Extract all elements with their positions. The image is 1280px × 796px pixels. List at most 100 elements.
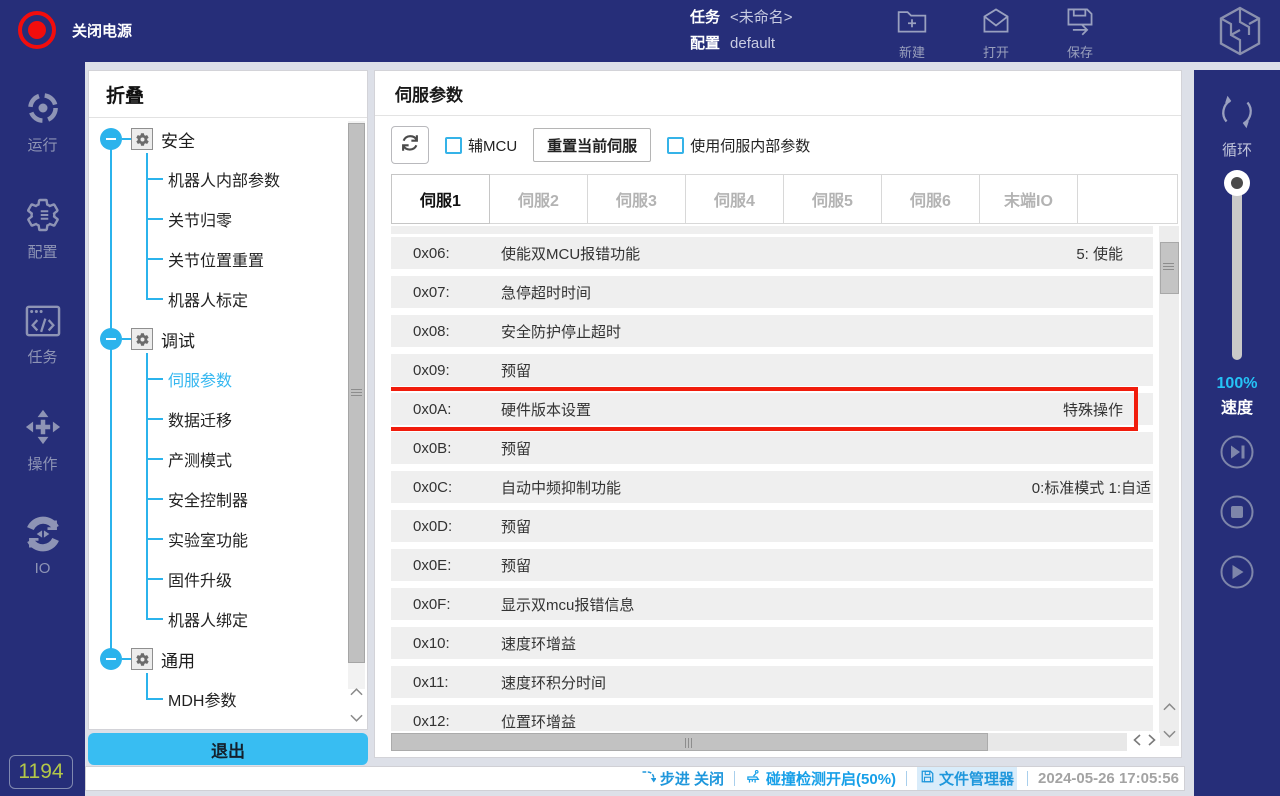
tab-伺服2[interactable]: 伺服2: [489, 174, 588, 224]
scroll-up-icon[interactable]: [350, 683, 363, 701]
tree-item[interactable]: 实验室功能: [89, 519, 345, 559]
file-manager-icon: [920, 769, 935, 788]
parameter-tree-panel: 折叠 安全机器人内部参数关节归零关节位置重置机器人标定调试伺服参数数据迁移产测模…: [88, 70, 368, 730]
step-mode-status[interactable]: 步进 关闭: [641, 768, 724, 789]
tree-header[interactable]: 折叠: [89, 71, 367, 118]
tree-item[interactable]: 固件升级: [89, 559, 345, 599]
reset-servo-button[interactable]: 重置当前伺服: [533, 128, 651, 162]
sidebar-item-task[interactable]: 任务: [24, 304, 62, 367]
refresh-button[interactable]: [391, 126, 429, 164]
table-hscroll-thumb[interactable]: [391, 733, 988, 751]
sidebar-item-operate[interactable]: 操作: [25, 409, 61, 474]
loop-mode-button[interactable]: 循环: [1194, 92, 1280, 160]
table-row[interactable]: 0x11:速度环积分时间: [391, 666, 1153, 698]
aux-mcu-checkbox[interactable]: [445, 137, 462, 154]
tab-伺服3[interactable]: 伺服3: [587, 174, 686, 224]
parameter-table: 0x06:使能双MCU报错功能5: 使能 0x07:急停超时时间 0x08:安全防护…: [391, 226, 1153, 731]
param-name: 速度环增益: [501, 633, 1123, 654]
tab-伺服6[interactable]: 伺服6: [881, 174, 980, 224]
table-row[interactable]: 0x0D:预留: [391, 510, 1153, 542]
tree-item[interactable]: 机器人绑定: [89, 599, 345, 639]
param-name: 硬件版本设置: [501, 399, 1063, 420]
gear-icon: [131, 648, 153, 670]
param-address: 0x0D:: [413, 518, 501, 535]
save-file-icon: [1064, 23, 1096, 40]
table-row[interactable]: 0x09:预留: [391, 354, 1153, 386]
scroll-right-icon[interactable]: [1148, 733, 1156, 751]
tree-item[interactable]: 产测模式: [89, 439, 345, 479]
tab-伺服1[interactable]: 伺服1: [391, 174, 490, 224]
table-row[interactable]: 0x08:安全防护停止超时: [391, 315, 1153, 347]
use-internal-checkbox[interactable]: [667, 137, 684, 154]
tab-末端IO[interactable]: 末端IO: [979, 174, 1078, 224]
aux-mcu-checkbox-group[interactable]: 辅MCU: [445, 135, 517, 156]
tab-伺服4[interactable]: 伺服4: [685, 174, 784, 224]
play-button[interactable]: [1219, 554, 1255, 595]
tree-item[interactable]: MDH参数: [89, 679, 345, 719]
tree-item[interactable]: 机器人内部参数: [89, 159, 345, 199]
new-file-icon: [896, 23, 928, 40]
collapse-icon[interactable]: [100, 328, 122, 350]
table-horizontal-scrollbar[interactable]: [391, 733, 1127, 751]
table-row[interactable]: 0x0A:硬件版本设置特殊操作: [391, 393, 1153, 425]
tab-伺服5[interactable]: 伺服5: [783, 174, 882, 224]
tree-group-label: 通用: [161, 647, 195, 672]
power-button[interactable]: 关闭电源: [18, 11, 132, 49]
tree-item[interactable]: 关节位置重置: [89, 239, 345, 279]
exit-button[interactable]: 退出: [88, 733, 368, 765]
param-address: 0x0E:: [413, 557, 501, 574]
table-row[interactable]: 0x0C:自动中频抑制功能0:标准模式 1:自适: [391, 471, 1153, 503]
table-row[interactable]: 0x0B:预留: [391, 432, 1153, 464]
scroll-left-icon[interactable]: [1133, 733, 1141, 751]
table-vertical-scrollbar[interactable]: [1159, 226, 1179, 746]
table-row[interactable]: 0x10:速度环增益: [391, 627, 1153, 659]
tree-group: 通用 MDH参数: [89, 639, 345, 719]
tree-group-header[interactable]: 通用: [89, 639, 345, 679]
tree-item[interactable]: 伺服参数: [89, 359, 345, 399]
step-forward-button[interactable]: [1219, 434, 1255, 475]
param-name: 安全防护停止超时: [501, 321, 1123, 342]
new-button[interactable]: 新建: [886, 6, 938, 61]
collision-detection-status[interactable]: 碰撞检测开启(50%): [745, 768, 896, 789]
robot-icon: [745, 769, 762, 789]
param-name: 显示双mcu报错信息: [501, 594, 1123, 615]
power-label: 关闭电源: [72, 20, 132, 41]
open-button-label: 打开: [970, 42, 1022, 61]
tree-scrollbar[interactable]: [348, 121, 365, 689]
speed-slider-track[interactable]: [1232, 188, 1242, 360]
top-bar: 关闭电源 任务<未命名> 配置default 新建 打开 保存: [0, 0, 1280, 62]
stop-button[interactable]: [1219, 494, 1255, 535]
tree-item[interactable]: 机器人标定: [89, 279, 345, 319]
scroll-down-icon[interactable]: [1163, 725, 1176, 743]
speed-slider-handle[interactable]: [1224, 170, 1250, 196]
collapse-icon[interactable]: [100, 648, 122, 670]
task-icon: [24, 325, 62, 342]
scroll-up-icon[interactable]: [1163, 698, 1176, 716]
table-row[interactable]: 0x07:急停超时时间: [391, 276, 1153, 308]
tree-item[interactable]: 关节归零: [89, 199, 345, 239]
open-button[interactable]: 打开: [970, 6, 1022, 61]
collapse-icon[interactable]: [100, 128, 122, 150]
tree-item-label: MDH参数: [168, 687, 236, 711]
sidebar-item-config[interactable]: 配置: [25, 197, 61, 262]
tree-group-header[interactable]: 安全: [89, 119, 345, 159]
tree-item[interactable]: 数据迁移: [89, 399, 345, 439]
scroll-down-icon[interactable]: [350, 709, 363, 727]
tree-group-header[interactable]: 调试: [89, 319, 345, 359]
table-row[interactable]: 0x06:使能双MCU报错功能5: 使能: [391, 237, 1153, 269]
file-manager-button[interactable]: 文件管理器: [917, 767, 1017, 790]
tree-item[interactable]: 安全控制器: [89, 479, 345, 519]
tree-group-label: 安全: [161, 127, 195, 152]
tree-scrollbar-thumb[interactable]: [348, 123, 365, 663]
table-row[interactable]: 0x12:位置环增益: [391, 705, 1153, 731]
param-address: 0x08:: [413, 323, 501, 340]
save-button[interactable]: 保存: [1054, 6, 1106, 61]
table-row[interactable]: 0x0F:显示双mcu报错信息: [391, 588, 1153, 620]
sidebar-item-run[interactable]: 运行: [25, 90, 61, 155]
cube-logo-icon: [1216, 5, 1264, 62]
table-row[interactable]: 0x0E:预留: [391, 549, 1153, 581]
use-internal-checkbox-group[interactable]: 使用伺服内部参数: [667, 135, 810, 156]
table-vscroll-thumb[interactable]: [1160, 242, 1179, 294]
sidebar-item-io[interactable]: IO: [25, 516, 61, 577]
sidebar-item-label: 操作: [25, 453, 61, 474]
